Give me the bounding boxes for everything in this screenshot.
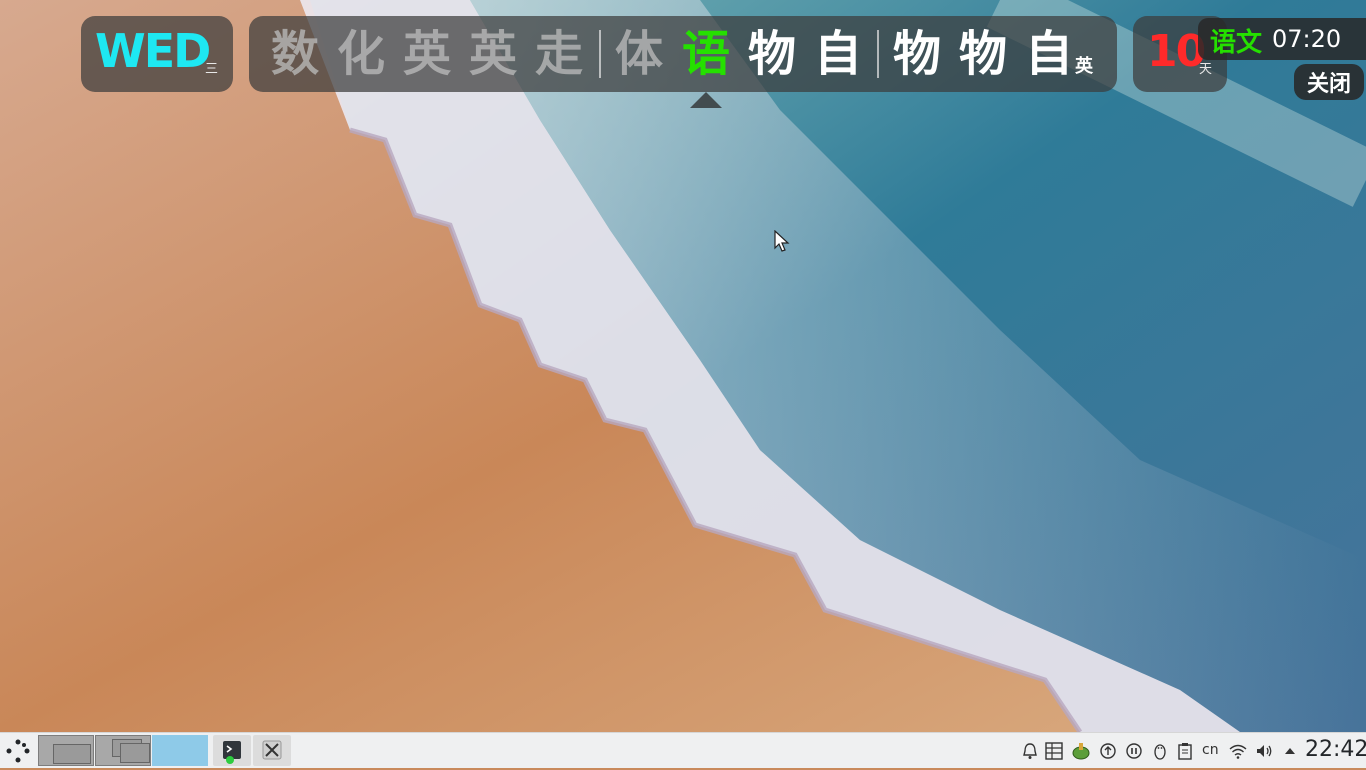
- clock[interactable]: 22:42: [1305, 737, 1366, 762]
- virtual-desktop-1[interactable]: [38, 735, 94, 766]
- course-12: 自: [1025, 26, 1074, 82]
- pause-icon[interactable]: [1124, 741, 1144, 761]
- next-class-subject: 语文: [1210, 28, 1263, 58]
- tux-icon[interactable]: [1150, 741, 1170, 761]
- clipboard-icon[interactable]: [1175, 741, 1195, 761]
- weekday-widget: WED 三: [81, 16, 233, 92]
- schedule-divider: [599, 30, 601, 78]
- course-3: 英: [403, 26, 452, 82]
- x-app-icon: [262, 740, 282, 760]
- course-11: 物: [959, 26, 1008, 82]
- turtle-icon[interactable]: [1071, 741, 1091, 761]
- mouse-cursor-icon: [774, 230, 790, 252]
- weekday-cn: 三: [205, 62, 219, 77]
- course-6: 体: [615, 26, 664, 82]
- course-current: 语: [682, 26, 731, 82]
- input-method-indicator[interactable]: cn: [1202, 742, 1219, 758]
- terminal-icon: [223, 741, 241, 764]
- weekday-abbr: WED: [95, 24, 211, 78]
- taskbar: cn 22:42: [0, 732, 1366, 768]
- course-2: 化: [337, 26, 386, 82]
- next-class-box: 语文 07:20: [1198, 18, 1366, 60]
- course-8: 物: [748, 26, 797, 82]
- virtual-desktop-3[interactable]: [152, 735, 208, 766]
- course-1: 数: [271, 26, 320, 82]
- desktop-wallpaper: [0, 0, 1366, 732]
- course-10: 物: [893, 26, 942, 82]
- class-schedule-bar: 数 化 英 英 走 体 语 物 自 物 物 自 英: [249, 16, 1117, 92]
- bell-icon[interactable]: [1020, 741, 1040, 761]
- course-9: 自: [814, 26, 863, 82]
- next-class-time: 07:20: [1272, 25, 1342, 53]
- course-5: 走: [535, 26, 584, 82]
- countdown-number: 10: [1147, 26, 1206, 77]
- schedule-divider: [877, 30, 879, 78]
- course-tail: 英: [1075, 56, 1093, 77]
- task-x-app[interactable]: [253, 735, 291, 766]
- close-button[interactable]: 关闭: [1294, 64, 1364, 100]
- task-terminal[interactable]: [213, 735, 251, 766]
- table-icon[interactable]: [1044, 741, 1064, 761]
- update-icon[interactable]: [1098, 741, 1118, 761]
- course-4: 英: [469, 26, 518, 82]
- arrow-up-icon[interactable]: [1280, 741, 1300, 761]
- wifi-icon[interactable]: [1228, 741, 1248, 761]
- app-launcher-icon[interactable]: [4, 737, 32, 765]
- volume-icon[interactable]: [1254, 741, 1274, 761]
- virtual-desktop-2[interactable]: [95, 735, 151, 766]
- countdown-unit: 天: [1199, 62, 1213, 77]
- current-class-pointer-icon: [690, 92, 722, 108]
